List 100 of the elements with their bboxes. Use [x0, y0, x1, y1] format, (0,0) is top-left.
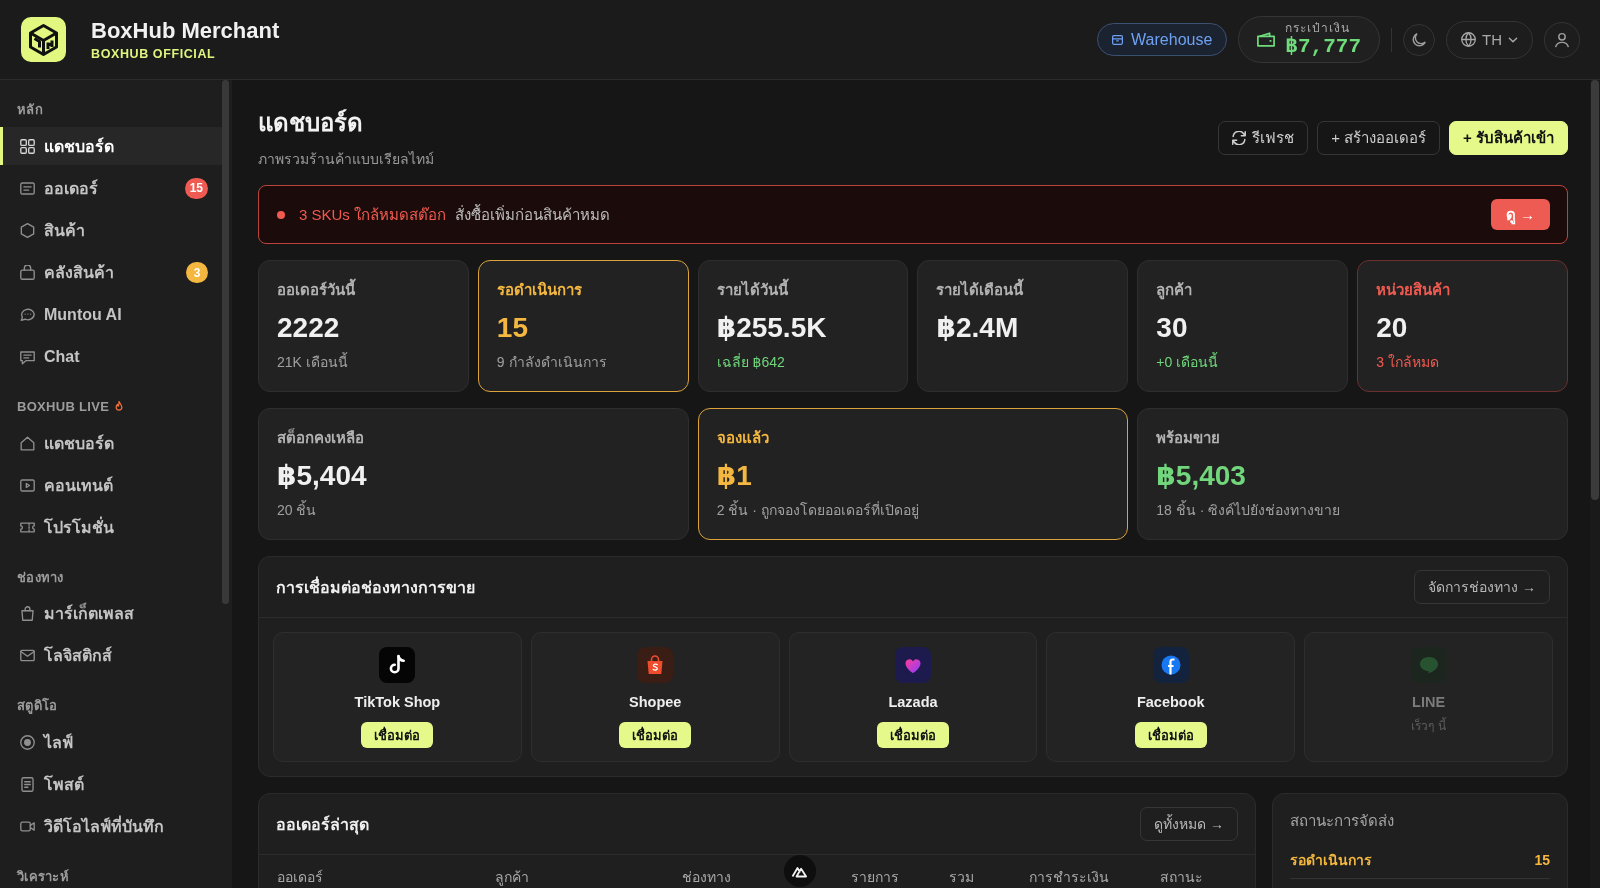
wallet-balance: ฿7,777: [1285, 35, 1361, 58]
wallet-icon: [1257, 32, 1276, 47]
record-icon: [20, 734, 35, 750]
scrollbar-thumb[interactable]: [222, 80, 229, 604]
play-icon: [20, 477, 35, 493]
video-camera-icon: [20, 819, 35, 835]
panel-title: การเชื่อมต่อช่องทางการขาย: [276, 575, 475, 598]
wallet-label: กระเป๋าเงิน: [1285, 21, 1351, 35]
stat-value: 20: [1376, 311, 1408, 345]
stat-note: 9 กำลังดำเนินการ: [496, 353, 607, 372]
briefcase-icon: [20, 265, 35, 281]
alert-highlight: 3 SKUs ใกล้หมดสต๊อก: [299, 204, 447, 225]
sidebar-item[interactable]: โลจิสติกส์: [0, 636, 222, 676]
sidebar-item[interactable]: โพสต์: [0, 765, 222, 804]
connect-button[interactable]: เชื่อมต่อ: [1134, 722, 1207, 748]
refresh-button[interactable]: รีเฟรช: [1218, 121, 1309, 155]
status-dot-icon: [277, 210, 285, 219]
mountain-icon[interactable]: [784, 855, 816, 887]
music-note-icon: [379, 647, 416, 683]
theme-toggle-button[interactable]: [1403, 23, 1435, 56]
receive-stock-button[interactable]: + รับสินค้าเข้า: [1449, 121, 1568, 155]
status-label: รอดำเนินการ: [1290, 851, 1372, 870]
document-icon: [20, 776, 35, 792]
stat-value: 2222: [277, 311, 340, 345]
column-header: รวม: [949, 868, 974, 887]
sidebar-item[interactable]: ออเดอร์ 15: [0, 169, 222, 208]
globe-icon: [1461, 32, 1476, 47]
stat-note: 3 ใกล้หมด: [1376, 353, 1439, 372]
wallet-pill[interactable]: กระเป๋าเงิน ฿7,777: [1238, 16, 1380, 63]
section-title: วิเคราะห์: [17, 868, 70, 885]
stat-label: ลูกค้า: [1156, 280, 1193, 300]
moon-icon: [1412, 32, 1426, 47]
sidebar-item[interactable]: แดชบอร์ด: [0, 127, 222, 166]
list-icon: [20, 180, 35, 196]
count-badge: 3: [186, 262, 208, 284]
section-title: BOXHUB LIVE: [17, 399, 110, 416]
stat-value: 15: [496, 311, 528, 345]
manage-channels-button[interactable]: จัดการช่องทาง →: [1414, 570, 1550, 604]
stat-label: สต็อกคงเหลือ: [277, 428, 364, 448]
sidebar-item[interactable]: Chat: [0, 337, 222, 377]
sidebar-item[interactable]: แดชบอร์ด: [0, 424, 222, 463]
hexagon-icon: [20, 222, 35, 238]
chat-bubble-icon: [20, 307, 35, 323]
stat-label: รายได้วันนี้: [716, 280, 788, 300]
stat-value: ฿5,404: [277, 459, 367, 493]
sidebar-item[interactable]: สินค้า: [0, 211, 222, 250]
panel-title: ออเดอร์ล่าสุด: [276, 814, 369, 837]
sidebar-item[interactable]: ไลฟ์: [0, 723, 222, 762]
column-header: สถานะ: [1160, 868, 1203, 887]
sidebar-item[interactable]: วิดีโอไลฟ์ที่บันทึก: [0, 807, 222, 846]
connect-button[interactable]: เชื่อมต่อ: [361, 722, 434, 748]
stat-label: พร้อมขาย: [1156, 428, 1221, 448]
column-header: การชำระเงิน: [1029, 868, 1109, 887]
brand-name: BoxHub Merchant: [91, 17, 280, 44]
stat-note: 2 ชิ้น · ถูกจองโดยออเดอร์ที่เปิดอยู่: [716, 500, 919, 520]
channel-name: Facebook: [1136, 693, 1205, 712]
column-header: ลูกค้า: [495, 868, 529, 887]
channel-name: Shopee: [629, 693, 682, 712]
stat-value: ฿2.4M: [936, 311, 1019, 345]
channel-name: LINE: [1412, 693, 1446, 712]
stat-value: ฿5,403: [1156, 459, 1246, 493]
column-header: ออเดอร์: [277, 868, 323, 887]
ticket-icon: [20, 520, 35, 536]
section-title: สตูดิโอ: [17, 698, 58, 715]
letter-f-icon: [1152, 647, 1189, 683]
connect-button[interactable]: เชื่อมต่อ: [877, 722, 949, 748]
section-title: หลัก: [17, 102, 43, 118]
scrollbar-thumb[interactable]: [1591, 80, 1599, 500]
column-header: รายการ: [851, 868, 899, 887]
sidebar-item[interactable]: Muntou AI: [0, 295, 222, 334]
stat-label: หน่วยสินค้า: [1376, 280, 1451, 300]
grid-icon: [20, 138, 35, 154]
stat-note: เฉลี่ย ฿642: [716, 352, 785, 372]
shopping-bag-icon: [20, 606, 35, 622]
language-button[interactable]: TH: [1446, 20, 1533, 59]
sidebar-item[interactable]: มาร์เก็ตเพลส: [0, 594, 222, 633]
section-title: ช่องทาง: [17, 569, 64, 586]
warehouse-button[interactable]: Warehouse: [1097, 23, 1228, 56]
view-all-button[interactable]: ดูทั้งหมด →: [1140, 807, 1238, 841]
user-icon: [1554, 31, 1570, 48]
user-button[interactable]: [1544, 21, 1580, 58]
count-badge: 15: [184, 177, 208, 199]
cube-logo-icon[interactable]: [21, 17, 66, 62]
page-subtitle: ภาพรวมร้านค้าแบบเรียลไทม์: [258, 150, 434, 169]
stat-label: รอดำเนินการ: [496, 280, 582, 300]
connect-button[interactable]: เชื่อมต่อ: [619, 722, 692, 748]
home-icon: [20, 435, 35, 451]
create-order-button[interactable]: + สร้างออเดอร์: [1317, 121, 1441, 155]
stat-label: จองแล้ว: [716, 428, 769, 448]
sidebar-item[interactable]: คอนเทนต์: [0, 466, 222, 505]
panel-title: สถานะการจัดส่ง: [1290, 811, 1395, 831]
chevron-down-icon: [1508, 36, 1518, 43]
sidebar-item[interactable]: คลังสินค้า 3: [0, 253, 222, 292]
sidebar-item[interactable]: โปรโมชั่น: [0, 508, 222, 547]
shopping-bag-icon: [637, 647, 674, 683]
alert-message: สั่งซื้อเพิ่มก่อนสินค้าหมด: [455, 203, 611, 225]
column-header: ช่องทาง: [682, 868, 731, 887]
stat-label: รายได้เดือนนี้: [936, 280, 1024, 300]
stat-value: ฿255.5K: [716, 311, 827, 345]
status-count: 15: [1534, 851, 1550, 870]
